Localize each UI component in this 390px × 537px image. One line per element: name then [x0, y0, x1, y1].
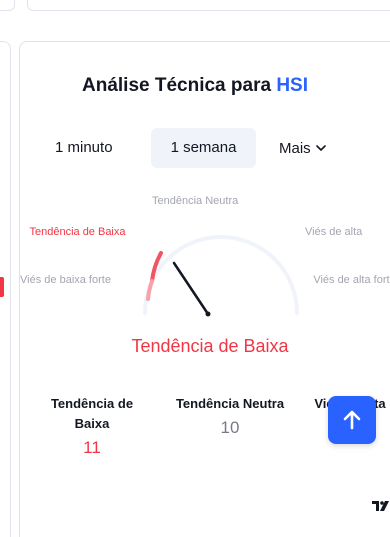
scroll-to-top-button[interactable] — [328, 396, 376, 444]
arrow-up-icon — [343, 410, 361, 430]
gauge-label-sell: Tendência de Baixa — [29, 226, 126, 238]
summary-sell: Tendência de Baixa 11 — [37, 394, 147, 458]
gauge-label-strong-buy: Viés de alta forte — [313, 274, 390, 286]
gauge-result: Tendência de Baixa — [131, 336, 289, 356]
gauge-needle-pivot — [205, 311, 211, 317]
gauge-needle — [172, 261, 210, 316]
summary-sell-label: Tendência de Baixa — [50, 396, 134, 431]
brand-logo — [372, 500, 390, 515]
brand-logo-mark — [372, 501, 389, 511]
summary-neutral-label: Tendência Neutra — [175, 396, 285, 411]
gauge-label-neutral: Tendência Neutra — [152, 195, 239, 207]
summary-sell-count: 11 — [83, 438, 101, 457]
summary-neutral-count: 10 — [220, 418, 240, 437]
gauge-active-arc-fade — [146, 279, 154, 301]
gauge-track — [143, 235, 299, 315]
summary-neutral: Tendência Neutra 10 — [175, 394, 285, 438]
gauge-label-strong-sell: Viés de baixa forte — [20, 274, 111, 286]
gauge-label-buy: Viés de alta — [305, 226, 363, 238]
